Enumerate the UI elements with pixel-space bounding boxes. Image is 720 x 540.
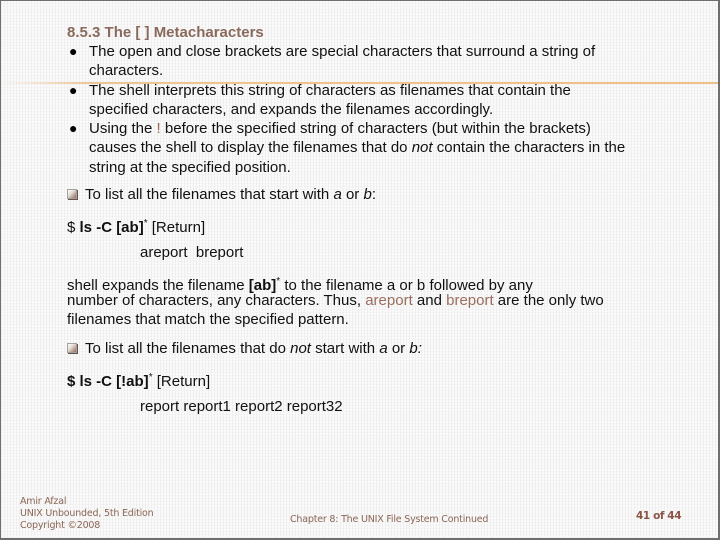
footer-author: Amir Afzal bbox=[20, 496, 67, 507]
footer-chapter: Chapter 8: The UNIX File System Continue… bbox=[290, 514, 489, 525]
filename-highlight-breport: breport bbox=[446, 292, 494, 309]
bullet-item: ● The open and close brackets are specia… bbox=[67, 42, 627, 81]
explanation-line-2: number of characters, any characters. Th… bbox=[67, 292, 604, 309]
return-key-label: [Return] bbox=[147, 219, 206, 236]
footer-credits: Amir Afzal UNIX Unbounded, 5th Edition C… bbox=[20, 496, 154, 532]
example2-output: report report1 report2 report32 bbox=[140, 398, 343, 415]
return-key-label: [Return] bbox=[152, 373, 211, 390]
page-number: 41 of 44 bbox=[636, 510, 682, 522]
example2-intro: To list all the filenames that do not st… bbox=[67, 339, 422, 358]
square-bullet-icon bbox=[67, 189, 77, 199]
bullet-dot-icon: ● bbox=[69, 120, 78, 137]
footer-book: UNIX Unbounded, 5th Edition bbox=[20, 508, 154, 519]
bullet-dot-icon: ● bbox=[69, 81, 78, 98]
filename-highlight-areport: areport bbox=[365, 292, 413, 309]
explanation-line-3: filenames that match the specified patte… bbox=[67, 311, 349, 328]
command-text: ls -C [ab] bbox=[79, 219, 144, 236]
bullet-dot-icon: ● bbox=[69, 43, 78, 59]
square-bullet-icon bbox=[67, 343, 77, 353]
command-text: $ ls -C [!ab] bbox=[67, 373, 149, 390]
bullet-text: The shell interprets this string of char… bbox=[89, 81, 571, 118]
bullet-item: ● Using the ! before the specified strin… bbox=[67, 119, 627, 177]
footer-copyright: Copyright ©2008 bbox=[20, 520, 101, 531]
bullet-text-pre: Using the bbox=[89, 120, 157, 138]
shell-prompt: $ bbox=[67, 219, 80, 236]
bullet-item: ● The shell interprets this string of ch… bbox=[67, 81, 627, 120]
slide: 8.5.3 The [ ] Metacharacters ● The open … bbox=[0, 0, 720, 540]
emphasis-not: not bbox=[411, 139, 433, 157]
example1-output: areport breport bbox=[140, 244, 244, 261]
bullet-text: The open and close brackets are special … bbox=[89, 43, 596, 80]
bullet-list: ● The open and close brackets are specia… bbox=[67, 42, 627, 177]
example1-command: $ ls -C [ab]* [Return] bbox=[67, 214, 205, 237]
example1-intro: To list all the filenames that start wit… bbox=[67, 185, 376, 204]
slide-title: 8.5.3 The [ ] Metacharacters bbox=[67, 24, 264, 41]
example2-command: $ ls -C [!ab]* [Return] bbox=[67, 368, 210, 391]
